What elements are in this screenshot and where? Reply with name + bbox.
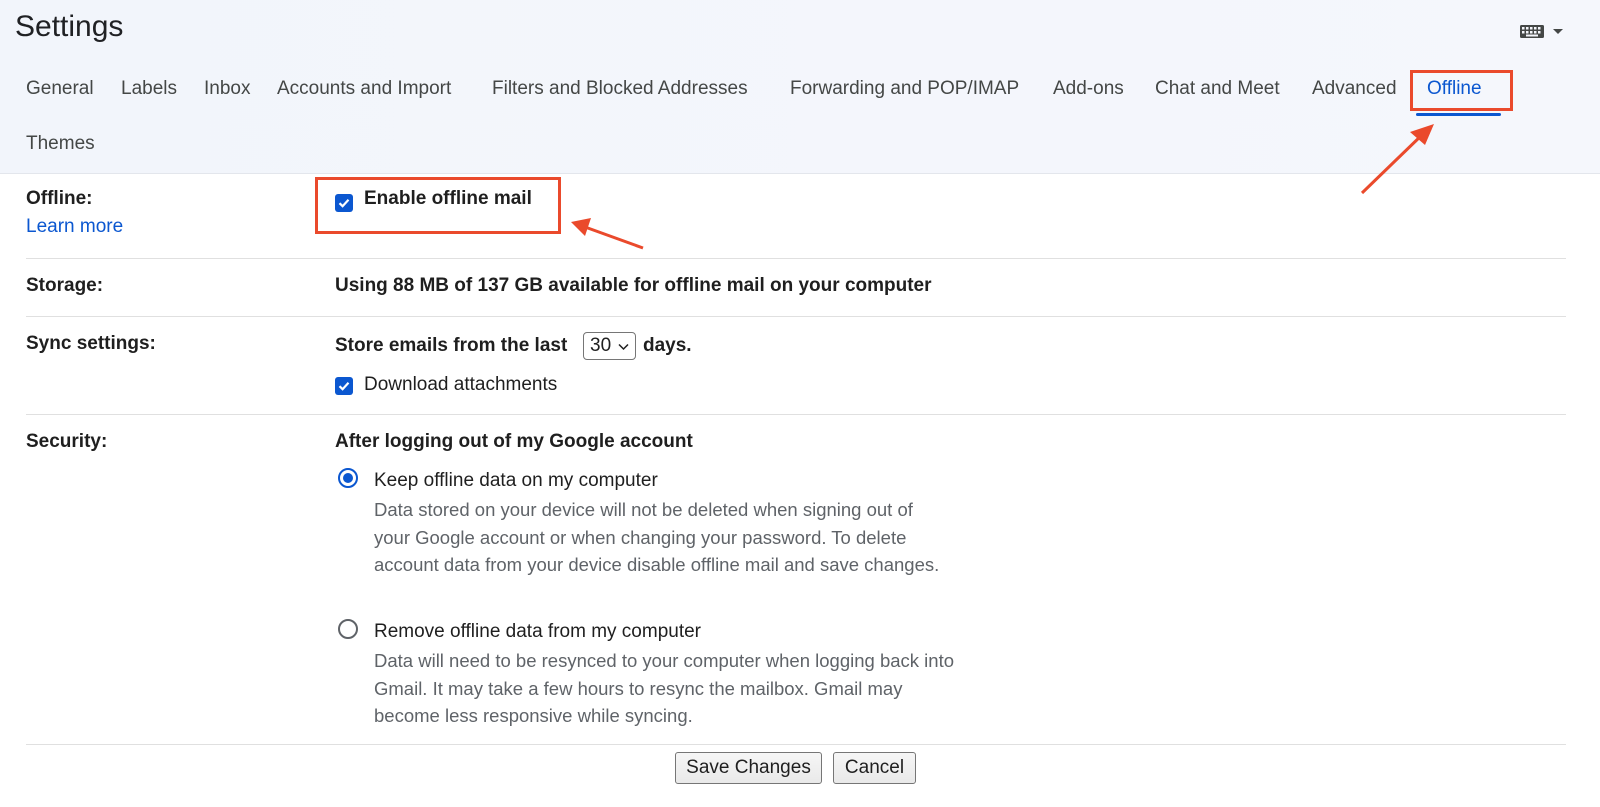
sync-prefix-text: Store emails from the last <box>335 335 568 356</box>
remove-offline-data-description: Data will need to be resynced to your co… <box>374 650 955 726</box>
chevron-down-icon <box>1553 29 1563 34</box>
tab-forwarding-pop-imap[interactable]: Forwarding and POP/IMAP <box>790 78 1019 100</box>
keep-offline-data-description: Data stored on your device will not be d… <box>374 499 940 575</box>
security-heading: After logging out of my Google account <box>335 431 693 452</box>
tab-labels[interactable]: Labels <box>121 78 177 100</box>
sync-settings-label: Sync settings: <box>26 333 156 354</box>
tab-add-ons[interactable]: Add-ons <box>1053 78 1124 100</box>
keep-offline-data-radio[interactable] <box>338 468 358 488</box>
download-attachments-label[interactable]: Download attachments <box>364 374 557 396</box>
sync-suffix-text: days. <box>643 335 692 356</box>
storage-label: Storage: <box>26 275 104 296</box>
tab-inbox[interactable]: Inbox <box>204 78 250 100</box>
tab-advanced[interactable]: Advanced <box>1312 78 1397 100</box>
security-label: Security: <box>26 431 108 452</box>
storage-text: Using 88 MB of 137 GB available for offl… <box>335 275 932 296</box>
download-attachments-checkbox[interactable] <box>335 377 353 395</box>
offline-tab-highlight-box <box>1410 70 1513 111</box>
page-title: Settings <box>15 10 124 43</box>
remove-offline-data-label[interactable]: Remove offline data from my computer <box>374 621 701 643</box>
tab-filters-and-blocked-addresses[interactable]: Filters and Blocked Addresses <box>492 78 748 100</box>
sync-days-value: 30 <box>590 335 612 356</box>
chevron-down-icon <box>618 343 629 351</box>
save-changes-button[interactable]: Save Changes <box>675 752 822 784</box>
arrow-to-enable-offline <box>584 225 644 250</box>
cancel-button[interactable]: Cancel <box>833 752 916 784</box>
checkmark-icon <box>338 382 350 391</box>
active-tab-indicator <box>1416 113 1501 116</box>
tab-themes[interactable]: Themes <box>26 133 95 155</box>
sync-days-select[interactable]: 30 <box>583 332 636 360</box>
remove-offline-data-radio[interactable] <box>338 619 358 639</box>
tab-accounts-and-import[interactable]: Accounts and Import <box>277 78 451 100</box>
tab-chat-and-meet[interactable]: Chat and Meet <box>1155 78 1280 100</box>
keyboard-icon[interactable] <box>1520 22 1570 42</box>
divider <box>26 258 1566 259</box>
divider <box>26 316 1566 317</box>
settings-header: Settings General Labels Inbox Accounts a… <box>0 0 1600 174</box>
keep-offline-data-label[interactable]: Keep offline data on my computer <box>374 470 658 492</box>
learn-more-link[interactable]: Learn more <box>26 216 123 238</box>
tab-general[interactable]: General <box>26 78 94 100</box>
divider <box>26 414 1566 415</box>
offline-label: Offline: <box>26 188 93 209</box>
enable-offline-highlight-box <box>315 177 561 234</box>
divider <box>26 744 1566 745</box>
